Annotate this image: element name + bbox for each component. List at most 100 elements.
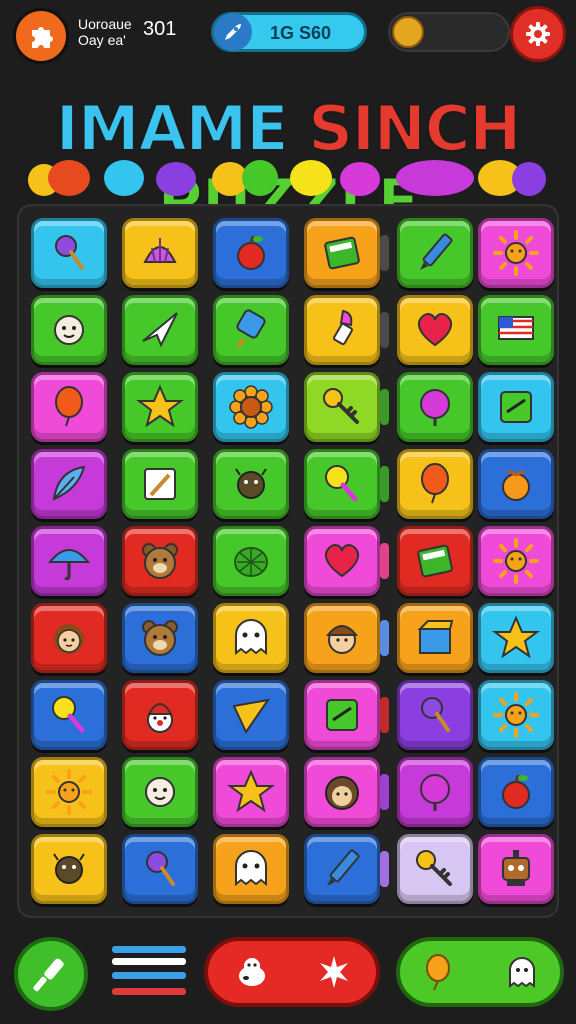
board-tile[interactable] (122, 757, 198, 827)
board-tile[interactable] (478, 372, 554, 442)
board-tile[interactable] (304, 680, 380, 750)
board-tile[interactable] (213, 372, 289, 442)
sunflower-icon (229, 385, 273, 429)
coin-meter (388, 12, 510, 52)
board-tile[interactable] (397, 834, 473, 904)
puzzle-piece-icon (32, 27, 53, 48)
board-tile[interactable] (478, 834, 554, 904)
bubble-decoration (242, 160, 278, 196)
board-tile[interactable] (31, 449, 107, 519)
board-tile[interactable] (122, 526, 198, 596)
key-icon (416, 850, 452, 886)
board-tile[interactable] (122, 603, 198, 673)
cow-icon (239, 958, 265, 986)
board-tile[interactable] (213, 218, 289, 288)
bubble-decoration (290, 160, 332, 196)
hammer-icon (33, 958, 64, 992)
board-tile[interactable] (31, 218, 107, 288)
board-tile[interactable] (31, 295, 107, 365)
play-button[interactable] (204, 937, 380, 1007)
board-tile[interactable] (397, 295, 473, 365)
board-tile[interactable] (122, 680, 198, 750)
apple-icon (237, 235, 265, 270)
board-tile[interactable] (213, 449, 289, 519)
boost-button[interactable] (396, 937, 564, 1007)
paper-plane-icon (142, 312, 178, 348)
board-tile[interactable] (304, 757, 380, 827)
board-tile[interactable] (31, 680, 107, 750)
puzzle-menu-button[interactable] (13, 8, 69, 64)
board-tile[interactable] (304, 372, 380, 442)
board-tile[interactable] (478, 295, 554, 365)
board-tile[interactable] (397, 526, 473, 596)
bear-icon (142, 620, 178, 656)
board-tile[interactable] (122, 449, 198, 519)
ghost-icon (235, 850, 267, 887)
board-tile[interactable] (213, 603, 289, 673)
bug-icon (235, 468, 267, 499)
board-tile[interactable] (31, 834, 107, 904)
lollipop-icon (55, 235, 84, 270)
board-tile[interactable] (397, 603, 473, 673)
bubble-decoration (512, 162, 546, 196)
board-tile[interactable] (213, 295, 289, 365)
bar-line (112, 946, 186, 953)
cone-icon (232, 698, 271, 735)
board-tile[interactable] (478, 449, 554, 519)
board-tile[interactable] (122, 218, 198, 288)
game-board (17, 204, 559, 918)
bubble-decoration (340, 162, 380, 196)
board-tile[interactable] (213, 680, 289, 750)
board-tile[interactable] (397, 757, 473, 827)
bar-line (112, 958, 186, 965)
board-tile[interactable] (478, 218, 554, 288)
bubble-decoration (156, 162, 196, 196)
board-tile[interactable] (304, 603, 380, 673)
board-tile[interactable] (213, 757, 289, 827)
bubble-decoration (396, 160, 474, 196)
popsicle-icon (236, 309, 266, 349)
board-tile[interactable] (31, 526, 107, 596)
board-tile[interactable] (397, 680, 473, 750)
column-divider (380, 466, 389, 502)
balloon-icon (55, 386, 83, 427)
board-tile[interactable] (213, 526, 289, 596)
speed-meter: 1G S60 (211, 12, 367, 52)
sun-icon (493, 692, 539, 738)
bar-line (112, 972, 186, 979)
board-tile[interactable] (304, 295, 380, 365)
board-tile[interactable] (213, 834, 289, 904)
card-icon (500, 391, 532, 423)
speed-value: 1G S60 (270, 23, 332, 43)
board-tile[interactable] (122, 295, 198, 365)
board-tile[interactable] (478, 603, 554, 673)
board-tile[interactable] (478, 526, 554, 596)
key-icon (323, 388, 359, 424)
hammer-booster-button[interactable] (14, 937, 88, 1011)
card-icon (326, 699, 358, 731)
board-tile[interactable] (397, 372, 473, 442)
book-icon (324, 236, 360, 270)
bear-icon (142, 543, 178, 579)
gear-icon (526, 22, 550, 46)
board-tile[interactable] (31, 757, 107, 827)
board-tile[interactable] (122, 834, 198, 904)
balloon-icon (421, 463, 449, 504)
board-tile[interactable] (304, 834, 380, 904)
title-word-2: SINCH (307, 91, 522, 166)
board-tile[interactable] (397, 449, 473, 519)
column-divider (380, 389, 389, 425)
board-tile[interactable] (304, 449, 380, 519)
board-tile[interactable] (478, 757, 554, 827)
board-tile[interactable] (304, 218, 380, 288)
board-tile[interactable] (122, 372, 198, 442)
bubble-decoration (48, 160, 90, 196)
board-tile[interactable] (397, 218, 473, 288)
heart-icon (417, 313, 453, 347)
bar-line (112, 988, 186, 995)
board-tile[interactable] (31, 603, 107, 673)
settings-button[interactable] (510, 6, 566, 62)
board-tile[interactable] (304, 526, 380, 596)
board-tile[interactable] (478, 680, 554, 750)
board-tile[interactable] (31, 372, 107, 442)
